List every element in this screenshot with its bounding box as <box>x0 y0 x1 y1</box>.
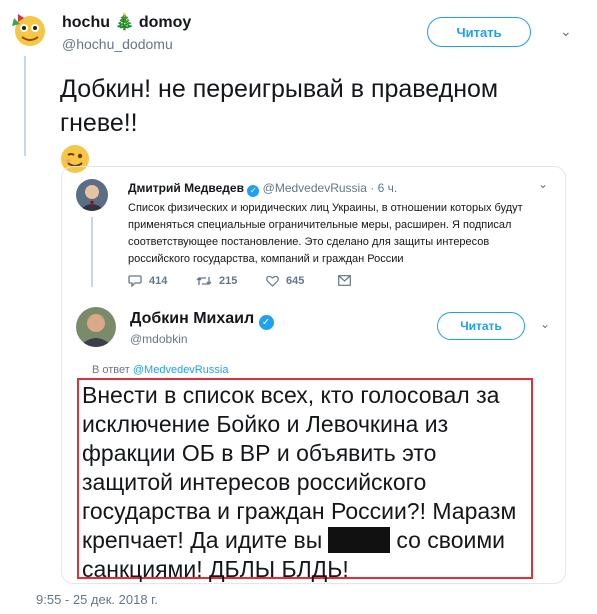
tree-emoji-icon: 🎄 <box>114 14 135 31</box>
follow-button[interactable]: Читать <box>427 17 531 47</box>
retweet-button[interactable]: 215 <box>196 275 237 287</box>
display-name[interactable]: Дмитрий Медведев <box>128 181 244 195</box>
reply-to-link[interactable]: @MedvedevRussia <box>133 364 229 376</box>
message-button[interactable] <box>338 275 351 286</box>
like-button[interactable]: 645 <box>266 275 304 287</box>
tweet-text: Внести в список всех, кто голосовал за и… <box>82 381 532 583</box>
chevron-down-icon[interactable]: ⌄ <box>560 23 572 40</box>
display-name[interactable]: Добкин Михаил ✓ <box>130 310 274 330</box>
tweet-header: Дмитрий Медведев ✓ @MedvedevRussia · 6 ч… <box>128 181 397 197</box>
envelope-icon <box>338 275 351 286</box>
retweet-icon <box>196 277 212 285</box>
user-handle[interactable]: @mdobkin <box>130 332 188 346</box>
tweet-timestamp[interactable]: 9:55 - 25 дек. 2018 г. <box>36 592 158 607</box>
reply-prefix: В ответ <box>92 364 130 376</box>
avatar[interactable] <box>76 307 116 347</box>
chevron-down-icon[interactable]: ⌄ <box>540 317 550 331</box>
person-avatar-icon <box>76 179 108 211</box>
display-name-text: Добкин Михаил <box>130 310 255 327</box>
follow-button[interactable]: Читать <box>437 312 525 340</box>
reply-button[interactable]: 414 <box>128 275 167 287</box>
tweet-text-body: Добкин! не переигрывай в праведном гневе… <box>60 75 499 137</box>
emoji-avatar-icon <box>8 8 48 48</box>
chevron-down-icon[interactable]: ⌄ <box>538 177 548 191</box>
censor-bar <box>328 527 391 553</box>
reply-context: В ответ @MedvedevRussia <box>92 364 228 376</box>
retweet-count: 215 <box>219 275 238 287</box>
avatar[interactable] <box>8 8 48 48</box>
quoted-tweet-card[interactable]: Дмитрий Медведев ✓ @MedvedevRussia · 6 ч… <box>61 166 566 584</box>
avatar[interactable] <box>76 179 108 211</box>
display-name-part1: hochu <box>62 14 110 31</box>
reply-icon <box>128 275 142 287</box>
verified-badge-icon: ✓ <box>247 185 260 197</box>
thread-line <box>24 56 26 156</box>
heart-icon <box>266 275 279 287</box>
user-handle[interactable]: @MedvedevRussia <box>263 181 367 195</box>
verified-badge-icon: ✓ <box>258 315 274 330</box>
display-name[interactable]: hochu 🎄 domoy <box>62 12 191 32</box>
reply-count: 414 <box>149 275 168 287</box>
thread-line <box>91 217 93 287</box>
tweet-text: Список физических и юридических лиц Укра… <box>128 202 523 265</box>
user-handle[interactable]: @hochu_dodomu <box>62 36 173 52</box>
separator: · <box>370 181 375 195</box>
like-count: 645 <box>286 275 305 287</box>
display-name-part2: domoy <box>138 14 192 31</box>
tweet-time[interactable]: 6 ч. <box>378 181 398 195</box>
person-avatar-icon <box>76 307 116 347</box>
